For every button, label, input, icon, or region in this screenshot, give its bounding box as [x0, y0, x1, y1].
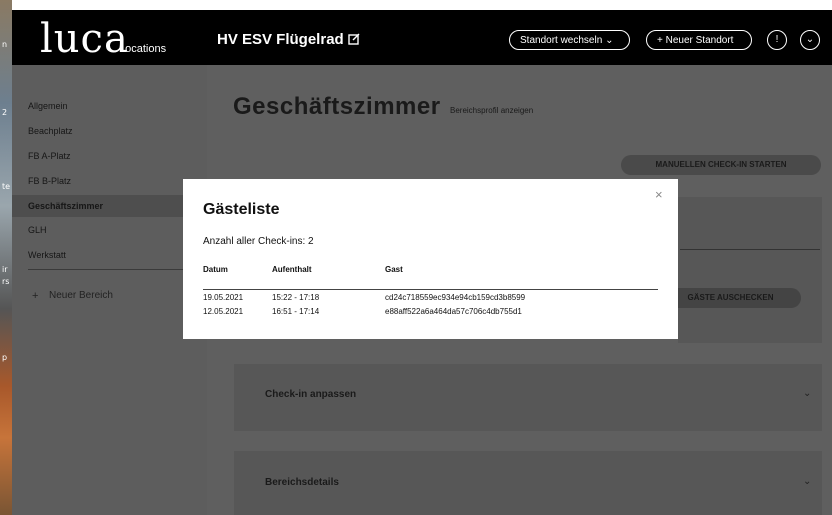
sidebar-item-beachplatz[interactable]: Beachplatz: [28, 126, 73, 136]
area-profile-link[interactable]: Bereichsprofil anzeigen: [450, 106, 533, 115]
switch-location-label: Standort wechseln: [520, 35, 603, 46]
window-top-edge: [12, 0, 832, 10]
sidebar-item-allgemein[interactable]: Allgemein: [28, 101, 68, 111]
app-header: luca Locations HV ESV Flügelrad Standort…: [12, 10, 832, 65]
table-cell-guest: e88aff522a6a464da57c706c4db755d1: [385, 307, 522, 316]
new-location-button[interactable]: + Neuer Standort: [646, 30, 752, 50]
desktop-mark: p: [2, 353, 8, 362]
sidebar-item-geschaeftszimmer[interactable]: Geschäftszimmer: [12, 195, 207, 217]
guest-list-modal: × Gästeliste Anzahl aller Check-ins: 2 D…: [183, 179, 678, 339]
sidebar-item-werkstatt[interactable]: Werkstatt: [28, 250, 66, 260]
desktop-mark: 2: [2, 108, 8, 117]
sidebar-item-fb-b-platz[interactable]: FB B-Platz: [28, 176, 71, 186]
sidebar-item-glh[interactable]: GLH: [28, 225, 47, 235]
desktop-mark: n: [2, 40, 8, 49]
column-header-stay: Aufenthalt: [272, 265, 312, 274]
sidebar-item-fb-a-platz[interactable]: FB A-Platz: [28, 151, 71, 161]
column-header-date: Datum: [203, 265, 228, 274]
info-icon[interactable]: !: [767, 30, 787, 50]
desktop-mark: ir: [2, 265, 8, 274]
edit-icon[interactable]: [347, 32, 361, 46]
column-header-guest: Gast: [385, 265, 403, 274]
luca-logo[interactable]: luca: [40, 16, 129, 62]
new-area-link[interactable]: Neuer Bereich: [49, 290, 113, 301]
location-name: HV ESV Flügelrad: [217, 31, 344, 48]
section-details-label: Bereichsdetails: [265, 477, 339, 488]
menu-dropdown-icon[interactable]: ⌄: [800, 30, 820, 50]
plus-icon[interactable]: +: [32, 290, 38, 302]
page-title: Geschäftszimmer: [233, 93, 441, 120]
desktop-mark: te: [2, 182, 11, 191]
checkout-guests-button[interactable]: GÄSTE AUSCHECKEN: [660, 288, 801, 308]
chevron-down-icon[interactable]: ⌄: [803, 388, 811, 399]
table-cell-date: 12.05.2021: [203, 307, 244, 316]
logo-subtitle: Locations: [119, 43, 167, 55]
sidebar-divider: [28, 269, 198, 270]
table-cell-stay: 15:22 - 17:18: [272, 293, 320, 302]
chevron-down-icon: ⌄: [605, 35, 614, 46]
checkin-count: Anzahl aller Check-ins: 2: [203, 236, 314, 247]
section-checkin-label: Check-in anpassen: [265, 389, 357, 400]
switch-location-button[interactable]: Standort wechseln ⌄: [509, 30, 630, 50]
table-cell-stay: 16:51 - 17:14: [272, 307, 320, 316]
guest-card: [678, 197, 822, 343]
table-cell-date: 19.05.2021: [203, 293, 244, 302]
card-divider: [680, 249, 820, 250]
manual-checkin-button[interactable]: MANUELLEN CHECK-IN STARTEN: [621, 155, 821, 175]
desktop-mark: rs: [2, 277, 10, 286]
chevron-down-icon[interactable]: ⌄: [803, 476, 811, 487]
table-header-divider: [203, 289, 658, 290]
desktop-background-strip: n 2 te ir rs p: [0, 0, 12, 515]
table-cell-guest: cd24c718559ec934e94cb159cd3b8599: [385, 293, 526, 302]
modal-title: Gästeliste: [203, 201, 280, 218]
close-icon[interactable]: ×: [655, 187, 663, 202]
